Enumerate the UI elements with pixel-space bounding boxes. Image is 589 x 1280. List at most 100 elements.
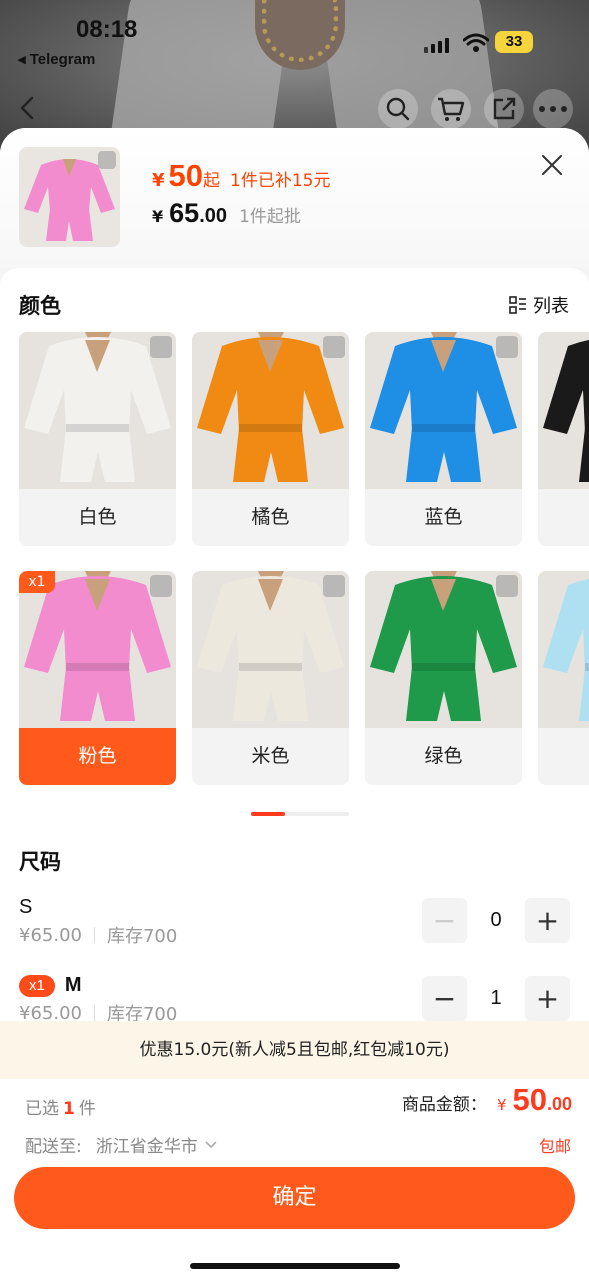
- expand-icon[interactable]: [496, 575, 518, 597]
- promo-price: ¥ 50 起 1件已补15元: [152, 158, 330, 194]
- color-section-title: 颜色: [19, 294, 61, 318]
- color-swatch[interactable]: 蓝色: [365, 332, 522, 546]
- size-qty-tag: x1: [19, 974, 55, 997]
- swatch-photo: [538, 571, 589, 728]
- ship-region: 浙江省金华市: [95, 1137, 198, 1157]
- color-swatch[interactable]: 橘色: [192, 332, 349, 546]
- swatch-label: 绿色: [424, 745, 463, 767]
- size-price: ¥65.00: [19, 924, 82, 946]
- order-amount: 商品金额： ¥ 50 .00: [402, 1082, 572, 1118]
- size-name: S: [19, 896, 33, 918]
- checkout-footer: 已选 1 件 商品金额： ¥ 50 .00 配送至: 浙江省金华市 包邮 确定: [0, 1079, 589, 1280]
- selected-sku-thumbnail[interactable]: [19, 147, 120, 247]
- outfit-illustration: [538, 332, 589, 489]
- expand-icon[interactable]: [98, 151, 116, 169]
- swatch-qty-tag: x1: [19, 571, 55, 593]
- discount-banner: 优惠15.0元(新人减5且包邮,红包减10元): [0, 1021, 589, 1079]
- shipping-destination[interactable]: 配送至: 浙江省金华市: [25, 1132, 218, 1157]
- swatch-label: 橘色: [251, 506, 290, 528]
- status-time: 08:18: [76, 16, 138, 43]
- ship-label: 配送至:: [25, 1137, 82, 1157]
- expand-icon[interactable]: [150, 575, 172, 597]
- base-price-value: 65: [169, 198, 200, 228]
- size-section-title: 尺码: [19, 850, 61, 874]
- home-indicator: [190, 1263, 400, 1269]
- selected-count: 已选 1 件: [25, 1094, 96, 1119]
- amount-decimal: .00: [546, 1094, 572, 1114]
- quantity-value[interactable]: 0: [467, 909, 525, 932]
- promo-price-suffix: 起: [203, 171, 221, 191]
- size-name: x1 M: [19, 974, 82, 997]
- swatch-label: 白色: [78, 506, 117, 528]
- close-button[interactable]: [537, 150, 567, 180]
- cart-button[interactable]: [431, 89, 471, 129]
- cart-icon: [438, 97, 465, 121]
- list-grid-icon: [509, 296, 526, 314]
- wifi-icon: [463, 33, 489, 52]
- more-button[interactable]: [533, 89, 573, 129]
- swatch-photo: [538, 332, 589, 489]
- promo-subsidy-note: 1件已补15元: [230, 171, 331, 191]
- quantity-value[interactable]: 1: [467, 987, 525, 1010]
- status-icons: [424, 33, 489, 53]
- color-swatch[interactable]: 浅蓝: [538, 571, 589, 785]
- sheet-header: ¥ 50 起 1件已补15元 ¥ 65 .00 1件起批: [0, 128, 589, 268]
- confirm-button[interactable]: 确定: [14, 1167, 575, 1229]
- selected-prefix: 已选: [25, 1099, 59, 1119]
- chevron-down-icon: [205, 1140, 217, 1148]
- quantity-stepper: − 1 +: [422, 976, 570, 1021]
- color-swatch[interactable]: 黑色: [538, 332, 589, 546]
- base-price: ¥ 65 .00 1件起批: [152, 198, 301, 229]
- min-order-note: 1件起批: [239, 207, 301, 227]
- base-price-decimal: .00: [199, 205, 227, 227]
- increment-button[interactable]: +: [525, 898, 570, 943]
- amount-currency: ¥: [496, 1096, 507, 1114]
- close-icon: [542, 155, 562, 175]
- decrement-button[interactable]: −: [422, 976, 467, 1021]
- pager-active-indicator: [251, 812, 285, 816]
- swatch-label: 黑色: [538, 489, 589, 546]
- search-icon: [386, 97, 410, 121]
- status-back-to-app[interactable]: ◂ Telegram: [18, 50, 95, 68]
- size-name-text: M: [64, 974, 82, 996]
- list-view-toggle[interactable]: 列表: [509, 292, 569, 318]
- expand-icon[interactable]: [150, 336, 172, 358]
- more-dots-icon: [539, 106, 567, 112]
- swatch-label: 米色: [251, 745, 290, 767]
- expand-icon[interactable]: [323, 336, 345, 358]
- base-price-currency: ¥: [152, 207, 164, 226]
- swatch-pager: [251, 812, 349, 816]
- amount-label: 商品金额：: [401, 1095, 487, 1115]
- decrement-button[interactable]: −: [422, 898, 467, 943]
- color-swatch[interactable]: x1 粉色: [19, 571, 176, 785]
- size-meta: ¥65.00 库存700: [19, 922, 177, 948]
- share-icon: [493, 97, 516, 120]
- increment-button[interactable]: +: [525, 976, 570, 1021]
- sku-selector-sheet: ¥ 50 起 1件已补15元 ¥ 65 .00 1件起批 颜色 列表 白色 橘色: [0, 128, 589, 1280]
- swatch-label: 粉色: [19, 728, 176, 785]
- back-button[interactable]: [8, 88, 48, 128]
- color-swatch[interactable]: 米色: [192, 571, 349, 785]
- expand-icon[interactable]: [496, 336, 518, 358]
- selected-number: 1: [63, 1099, 75, 1119]
- free-shipping-label: 包邮: [538, 1137, 571, 1156]
- expand-icon[interactable]: [323, 575, 345, 597]
- search-button[interactable]: [378, 89, 418, 129]
- cellular-signal-icon: [424, 38, 449, 53]
- swatch-label: 蓝色: [424, 506, 463, 528]
- meta-divider: [93, 927, 95, 943]
- chevron-left-icon: [20, 96, 34, 120]
- list-view-label: 列表: [533, 296, 569, 317]
- outfit-illustration: [538, 571, 589, 728]
- promo-price-value: 50: [168, 158, 204, 193]
- promo-price-currency: ¥: [152, 170, 165, 191]
- color-swatch[interactable]: 绿色: [365, 571, 522, 785]
- meta-divider: [93, 1005, 95, 1021]
- amount-value: 50: [512, 1082, 547, 1117]
- battery-indicator: 33: [495, 31, 533, 53]
- selected-unit: 件: [78, 1099, 96, 1119]
- share-button[interactable]: [484, 89, 524, 129]
- size-stock: 库存700: [106, 926, 178, 947]
- quantity-stepper: − 0 +: [422, 898, 570, 943]
- color-swatch[interactable]: 白色: [19, 332, 176, 546]
